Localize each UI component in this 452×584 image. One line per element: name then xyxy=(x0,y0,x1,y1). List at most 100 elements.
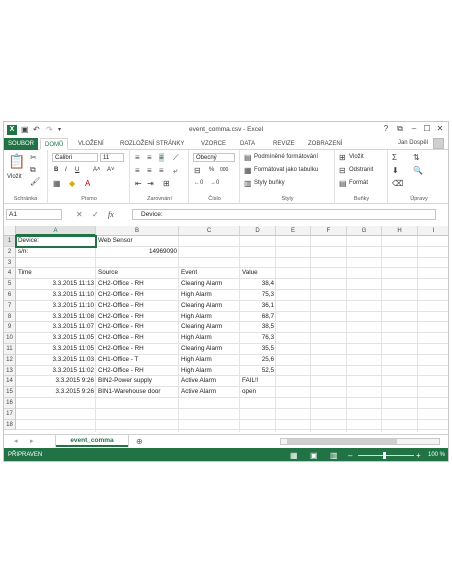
autosum-icon[interactable]: Σ xyxy=(392,153,397,162)
cell-d6[interactable]: 75,3 xyxy=(240,290,276,301)
clear-icon[interactable]: ⌫ xyxy=(392,179,403,188)
formula-input[interactable]: Device: xyxy=(132,209,436,220)
cell-b13[interactable]: CH2-Office - RH xyxy=(96,366,179,377)
cell-a4[interactable]: Time xyxy=(16,268,96,279)
paste-button[interactable]: Vložit xyxy=(7,174,22,180)
cell-a13[interactable]: 3.3.2015 11:02 xyxy=(16,366,96,377)
row-header-12[interactable]: 12 xyxy=(4,354,16,366)
column-header-f[interactable]: F xyxy=(311,226,347,236)
row-header-2[interactable]: 2 xyxy=(4,246,16,258)
cell-a2[interactable]: s/n: xyxy=(16,247,96,258)
new-sheet-button[interactable]: ⊕ xyxy=(136,437,143,446)
column-header-b[interactable]: B xyxy=(96,226,179,236)
cell-c8[interactable]: High Alarm xyxy=(179,312,240,323)
row-header-14[interactable]: 14 xyxy=(4,376,16,388)
name-box[interactable]: A1 xyxy=(6,209,62,220)
delete-cells-button[interactable]: Odstranit xyxy=(349,167,373,173)
zoom-level[interactable]: 100 % xyxy=(428,448,445,461)
confirm-entry-icon[interactable]: ✓ xyxy=(92,209,99,220)
italic-button[interactable]: I xyxy=(65,167,67,173)
row-header-16[interactable]: 16 xyxy=(4,398,16,409)
cell-a11[interactable]: 3.3.2015 11:05 xyxy=(16,344,96,355)
next-sheet-icon[interactable]: ▸ xyxy=(30,437,34,446)
shrink-font-button[interactable]: A˅ xyxy=(107,167,115,173)
row-header-1[interactable]: 1 xyxy=(4,236,16,247)
format-painter-icon[interactable]: 🖌 xyxy=(30,177,40,186)
decrease-decimal-icon[interactable]: →0 xyxy=(210,179,219,188)
cell-a1[interactable]: Device: xyxy=(16,236,96,247)
ribbon-display-button[interactable]: ⧉ xyxy=(394,124,406,134)
prev-sheet-icon[interactable]: ◂ xyxy=(14,437,18,446)
conditional-formatting-icon[interactable]: ▤ xyxy=(244,153,252,162)
copy-icon[interactable]: ⧉ xyxy=(30,165,36,174)
grow-font-button[interactable]: A˄ xyxy=(93,167,101,173)
cell-d15[interactable]: open xyxy=(240,387,276,398)
cell-c14[interactable]: Active Alarm xyxy=(179,376,240,387)
cell-a12[interactable]: 3.3.2015 11:03 xyxy=(16,355,96,366)
insert-cells-icon[interactable]: ⊞ xyxy=(339,153,346,162)
horizontal-scroll-thumb[interactable] xyxy=(287,439,397,444)
tab-home[interactable]: DOMŮ xyxy=(40,138,69,150)
cell-b2[interactable]: 14969090 xyxy=(96,247,179,258)
fill-icon[interactable]: ⬇ xyxy=(392,166,399,175)
cell-a8[interactable]: 3.3.2015 11:08 xyxy=(16,312,96,323)
align-bottom-icon[interactable]: ≡ xyxy=(159,153,164,162)
cell-d5[interactable]: 38,4 xyxy=(240,279,276,290)
cell-d12[interactable]: 25,6 xyxy=(240,355,276,366)
fill-color-icon[interactable]: ◆ xyxy=(69,179,75,188)
cell-a7[interactable]: 3.3.2015 11:10 xyxy=(16,301,96,312)
wrap-text-icon[interactable]: ⤶ xyxy=(173,166,177,175)
row-header-17[interactable]: 17 xyxy=(4,408,16,420)
font-color-icon[interactable]: A xyxy=(85,179,90,188)
zoom-slider[interactable] xyxy=(358,455,414,456)
column-header-c[interactable]: C xyxy=(179,226,240,236)
cell-c13[interactable]: High Alarm xyxy=(179,366,240,377)
cell-d13[interactable]: 52,5 xyxy=(240,366,276,377)
row-header-5[interactable]: 5 xyxy=(4,279,16,290)
underline-button[interactable]: U xyxy=(75,167,79,173)
cell-d8[interactable]: 68,7 xyxy=(240,312,276,323)
cell-c11[interactable]: Clearing Alarm xyxy=(179,344,240,355)
cell-a6[interactable]: 3.3.2015 11:10 xyxy=(16,290,96,301)
tab-file[interactable]: SOUBOR xyxy=(4,138,39,150)
tab-view[interactable]: ZOBRAZENÍ xyxy=(304,138,346,150)
row-header-10[interactable]: 10 xyxy=(4,333,16,344)
cell-c5[interactable]: Clearing Alarm xyxy=(179,279,240,290)
row-header-9[interactable]: 9 xyxy=(4,322,16,334)
find-select-icon[interactable]: 🔍 xyxy=(413,166,423,175)
format-cells-icon[interactable]: ▤ xyxy=(339,179,347,188)
insert-cells-button[interactable]: Vložit xyxy=(349,154,364,160)
number-format-dropdown[interactable]: Obecný xyxy=(193,153,235,162)
cell-a14[interactable]: 3.3.2015 9:26 xyxy=(16,376,96,387)
cell-b12[interactable]: CH1-Office - T xyxy=(96,355,179,366)
cell-b5[interactable]: CH2-Office - RH xyxy=(96,279,179,290)
row-header-18[interactable]: 18 xyxy=(4,419,16,431)
user-name[interactable]: Jan Dospěl xyxy=(398,140,428,146)
cell-c6[interactable]: High Alarm xyxy=(179,290,240,301)
cell-c10[interactable]: High Alarm xyxy=(179,333,240,344)
tab-review[interactable]: REVIZE xyxy=(269,138,299,150)
cell-b14[interactable]: BIN2-Power supply xyxy=(96,376,179,387)
row-header-7[interactable]: 7 xyxy=(4,300,16,312)
increase-indent-icon[interactable]: ⇥ xyxy=(147,179,154,188)
row-header-13[interactable]: 13 xyxy=(4,365,16,377)
borders-icon[interactable]: ▦ xyxy=(53,179,61,188)
format-cells-button[interactable]: Formát xyxy=(349,180,368,186)
minimize-button[interactable]: – xyxy=(408,124,420,133)
accounting-format-icon[interactable]: ⊟ xyxy=(194,166,201,175)
tab-formulas[interactable]: VZORCE xyxy=(197,138,230,150)
help-button[interactable]: ? xyxy=(380,124,392,133)
worksheet-grid[interactable]: A B C D E F G H I 1 Device: Web Sensor 2 s/n: 14969090… xyxy=(4,226,448,432)
tab-data[interactable]: DATA xyxy=(236,138,259,150)
cell-a5[interactable]: 3.3.2015 11:13 xyxy=(16,279,96,290)
cell-d7[interactable]: 36,1 xyxy=(240,301,276,312)
align-top-icon[interactable]: ≡ xyxy=(135,153,140,162)
normal-view-icon[interactable]: ▦ xyxy=(290,448,298,461)
cell-a10[interactable]: 3.3.2015 11:05 xyxy=(16,333,96,344)
orientation-icon[interactable]: ⟋ xyxy=(173,153,179,162)
cell-b6[interactable]: CH2-Office - RH xyxy=(96,290,179,301)
row-header-4[interactable]: 4 xyxy=(4,268,16,280)
cell-b9[interactable]: CH2-Office - RH xyxy=(96,322,179,333)
sort-filter-icon[interactable]: ⇅ xyxy=(413,153,420,162)
align-middle-icon[interactable]: ≡ xyxy=(147,153,152,162)
